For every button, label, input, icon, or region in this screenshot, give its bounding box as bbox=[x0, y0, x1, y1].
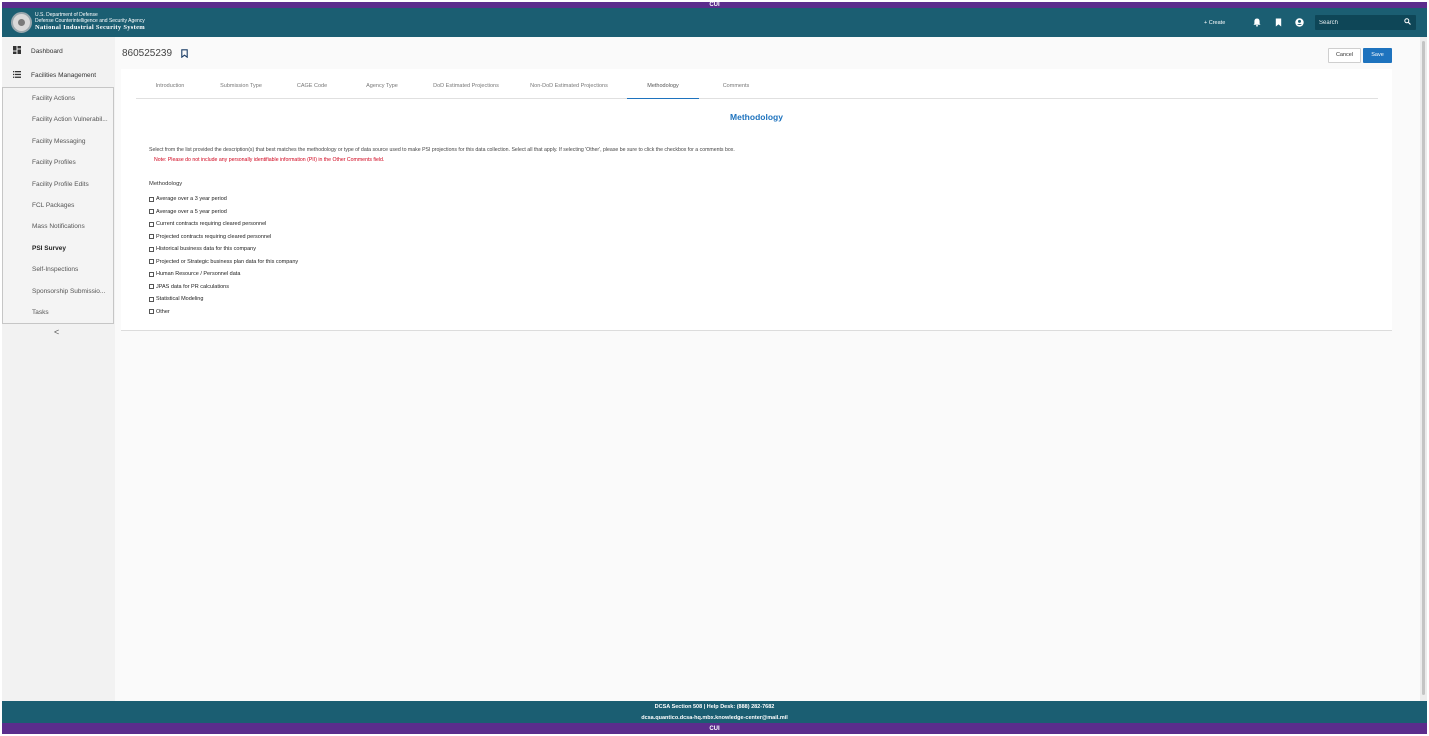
instructions-text: Select from the list provided the descri… bbox=[149, 147, 735, 153]
checkbox[interactable] bbox=[149, 234, 154, 240]
option-avg-5-year[interactable]: Average over a 5 year period bbox=[149, 206, 298, 219]
sidebar-item-dashboard[interactable]: Dashboard bbox=[2, 39, 115, 63]
cancel-button[interactable]: Cancel bbox=[1328, 48, 1361, 63]
methodology-options: Average over a 3 year period Average ove… bbox=[149, 193, 298, 318]
checkbox[interactable] bbox=[149, 196, 154, 202]
footer-email[interactable]: dcsa.quantico.dcsa-hq.mbx.knowledge-cent… bbox=[2, 715, 1427, 721]
app-frame: CUI U.S. Department of Defense Defense C… bbox=[2, 2, 1427, 734]
sidebar: Dashboard Facilities Management Facility… bbox=[2, 37, 115, 701]
record-id: 860525239 bbox=[122, 48, 173, 59]
bell-icon[interactable] bbox=[1252, 18, 1261, 27]
sidebar-item-sponsorship-submissions[interactable]: Sponsorship Submissio... bbox=[3, 281, 113, 302]
option-label: Projected contracts requiring cleared pe… bbox=[156, 233, 272, 240]
checkbox[interactable] bbox=[149, 309, 154, 315]
bookmark-icon[interactable] bbox=[1274, 18, 1283, 27]
checkbox[interactable] bbox=[149, 259, 154, 265]
tab-introduction[interactable]: Introduction bbox=[144, 74, 196, 99]
checkbox[interactable] bbox=[149, 271, 154, 277]
system-name: National Industrial Security System bbox=[35, 24, 145, 31]
tab-agency-type[interactable]: Agency Type bbox=[356, 74, 408, 99]
main-scrollbar[interactable] bbox=[1420, 37, 1427, 701]
option-label: Human Resource / Personnel data bbox=[156, 271, 241, 278]
list-icon bbox=[12, 70, 21, 80]
top-header: U.S. Department of Defense Defense Count… bbox=[2, 8, 1427, 37]
option-label: Average over a 3 year period bbox=[156, 196, 227, 203]
search-box bbox=[1315, 15, 1416, 30]
classification-banner-bottom: CUI bbox=[709, 726, 720, 732]
tab-methodology[interactable]: Methodology bbox=[627, 74, 699, 99]
dashboard-icon bbox=[12, 46, 21, 56]
survey-panel: Introduction Submission Type CAGE Code A… bbox=[121, 69, 1392, 331]
option-statistical-modeling[interactable]: Statistical Modeling bbox=[149, 293, 298, 306]
facilities-management-label: Facilities Management bbox=[31, 71, 97, 79]
checkbox[interactable] bbox=[149, 246, 154, 252]
option-historical-business-data[interactable]: Historical business data for this compan… bbox=[149, 243, 298, 256]
option-label: JPAS data for PR calculations bbox=[156, 283, 229, 290]
sidebar-item-fcl-packages[interactable]: FCL Packages bbox=[3, 195, 113, 216]
sidebar-item-facility-action-vulnerabilities[interactable]: Facility Action Vulnerabil... bbox=[3, 109, 113, 130]
tab-non-dod-estimated-projections[interactable]: Non-DoD Estimated Projections bbox=[521, 74, 617, 99]
agency-title: U.S. Department of Defense Defense Count… bbox=[35, 12, 145, 31]
option-other[interactable]: Other bbox=[149, 306, 298, 319]
main-content: 860525239 Cancel Save Introduction Submi… bbox=[115, 37, 1420, 701]
option-label: Average over a 5 year period bbox=[156, 208, 227, 215]
sidebar-item-facility-profiles[interactable]: Facility Profiles bbox=[3, 152, 113, 173]
option-label: Current contracts requiring cleared pers… bbox=[156, 221, 267, 228]
footer: DCSA Section 508 | Help Desk: (888) 282-… bbox=[2, 701, 1427, 723]
sidebar-item-self-inspections[interactable]: Self-Inspections bbox=[3, 259, 113, 280]
checkbox[interactable] bbox=[149, 209, 154, 215]
option-label: Statistical Modeling bbox=[156, 296, 204, 303]
option-human-resource-data[interactable]: Human Resource / Personnel data bbox=[149, 268, 298, 281]
option-projected-contracts[interactable]: Projected contracts requiring cleared pe… bbox=[149, 231, 298, 244]
dashboard-label: Dashboard bbox=[31, 47, 63, 55]
footer-helpdesk[interactable]: DCSA Section 508 | Help Desk: (888) 282-… bbox=[2, 704, 1427, 710]
sidebar-item-mass-notifications[interactable]: Mass Notifications bbox=[3, 216, 113, 237]
option-label: Other bbox=[156, 308, 170, 315]
option-jpas-data[interactable]: JPAS data for PR calculations bbox=[149, 281, 298, 294]
search-input[interactable] bbox=[1319, 17, 1399, 28]
tab-cage-code[interactable]: CAGE Code bbox=[286, 74, 338, 99]
bookmark-record-icon[interactable] bbox=[181, 49, 188, 60]
sidebar-item-tasks[interactable]: Tasks bbox=[3, 302, 113, 323]
tab-dod-estimated-projections[interactable]: DoD Estimated Projections bbox=[424, 74, 508, 99]
save-button[interactable]: Save bbox=[1363, 48, 1392, 63]
sidebar-item-psi-survey[interactable]: PSI Survey bbox=[3, 238, 113, 259]
sidebar-item-facilities-management[interactable]: Facilities Management bbox=[2, 63, 115, 87]
methodology-label: Methodology bbox=[149, 181, 183, 187]
option-label: Historical business data for this compan… bbox=[156, 246, 256, 253]
scrollbar-thumb[interactable] bbox=[1422, 41, 1425, 695]
collapse-sidebar-button[interactable]: < bbox=[54, 327, 59, 337]
section-title: Methodology bbox=[730, 112, 783, 122]
sidebar-item-facility-actions[interactable]: Facility Actions bbox=[3, 88, 113, 109]
checkbox[interactable] bbox=[149, 296, 154, 302]
survey-tabs: Introduction Submission Type CAGE Code A… bbox=[136, 74, 1378, 99]
option-avg-3-year[interactable]: Average over a 3 year period bbox=[149, 193, 298, 206]
option-current-contracts[interactable]: Current contracts requiring cleared pers… bbox=[149, 218, 298, 231]
search-icon[interactable] bbox=[1404, 18, 1411, 27]
tab-comments[interactable]: Comments bbox=[711, 74, 761, 99]
dod-seal-logo bbox=[11, 12, 32, 33]
pii-note: Note: Please do not include any personal… bbox=[154, 157, 385, 163]
option-label: Projected or Strategic business plan dat… bbox=[156, 258, 299, 265]
create-button[interactable]: + Create bbox=[1204, 20, 1225, 26]
account-icon[interactable] bbox=[1295, 18, 1304, 27]
sidebar-item-facility-profile-edits[interactable]: Facility Profile Edits bbox=[3, 174, 113, 195]
option-strategic-business-plan[interactable]: Projected or Strategic business plan dat… bbox=[149, 256, 298, 269]
sidebar-item-facility-messaging[interactable]: Facility Messaging bbox=[3, 131, 113, 152]
checkbox[interactable] bbox=[149, 221, 154, 227]
tab-submission-type[interactable]: Submission Type bbox=[211, 74, 271, 99]
facilities-submenu: Facility Actions Facility Action Vulnera… bbox=[2, 87, 114, 324]
checkbox[interactable] bbox=[149, 284, 154, 290]
